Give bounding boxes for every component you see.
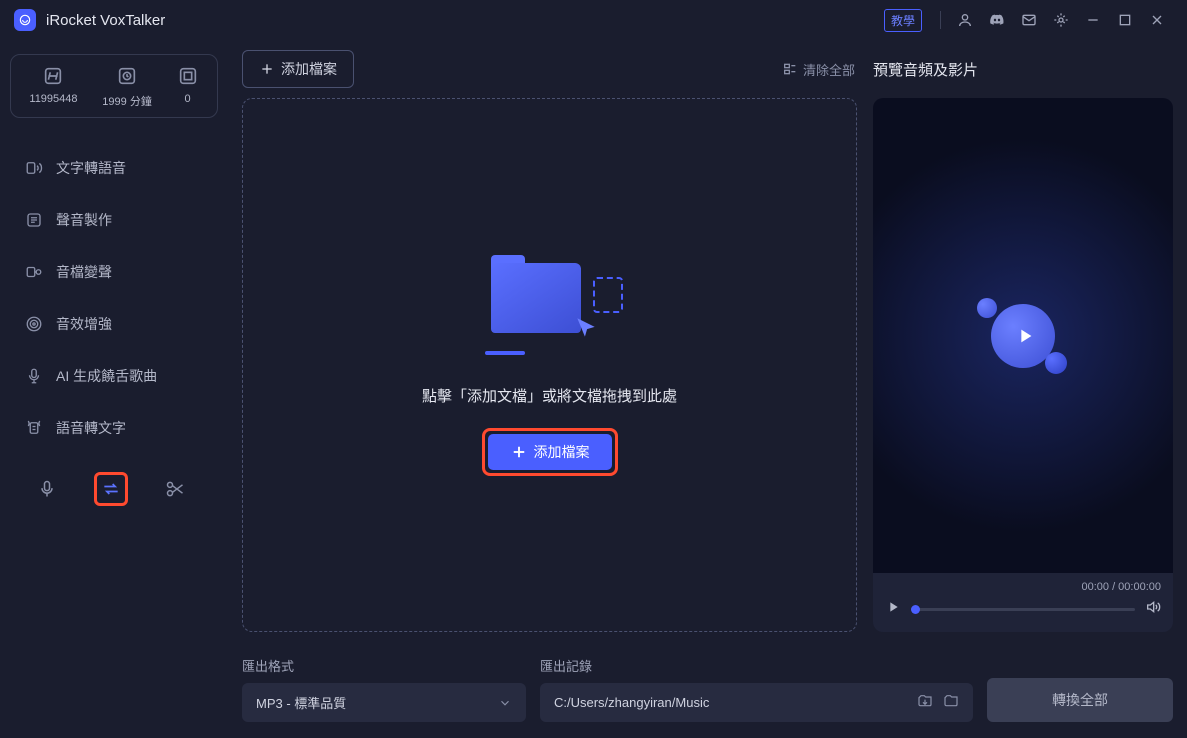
stat-chars: 11995448 bbox=[29, 65, 77, 109]
export-dir-label: 匯出記錄 bbox=[540, 656, 973, 675]
tutorial-button[interactable]: 教學 bbox=[884, 9, 922, 32]
nav-label: AI 生成饒舌歌曲 bbox=[56, 366, 157, 386]
cut-icon[interactable] bbox=[158, 472, 192, 506]
nav-label: 文字轉語音 bbox=[56, 158, 126, 178]
main: 添加檔案 清除全部 預覽音頻及影片 點擊「添加文檔」或將文檔拖拽到此處 bbox=[228, 40, 1187, 738]
app-logo bbox=[14, 9, 36, 31]
export-dir-value: C:/Users/zhangyiran/Music bbox=[554, 695, 709, 710]
stt-icon bbox=[24, 419, 44, 437]
files-icon bbox=[177, 65, 199, 87]
add-file-button-top[interactable]: 添加檔案 bbox=[242, 50, 354, 88]
dropzone[interactable]: 點擊「添加文檔」或將文檔拖拽到此處 添加檔案 bbox=[242, 98, 857, 632]
record-icon[interactable] bbox=[30, 472, 64, 506]
nav-label: 語音轉文字 bbox=[56, 418, 126, 438]
add-file-button-main[interactable]: 添加檔案 bbox=[488, 434, 612, 470]
chevron-down-icon bbox=[498, 696, 512, 710]
stat-minutes: 1999 分鐘 bbox=[102, 65, 152, 109]
enhance-icon bbox=[24, 315, 44, 333]
app-name: iRocket VoxTalker bbox=[46, 12, 165, 29]
sidebar-item-stt[interactable]: 語音轉文字 bbox=[10, 406, 218, 450]
chars-icon bbox=[29, 65, 77, 87]
folder-illustration bbox=[485, 255, 615, 355]
nav-label: 音檔變聲 bbox=[56, 262, 112, 282]
mail-icon[interactable] bbox=[1019, 10, 1039, 30]
settings-icon[interactable] bbox=[1051, 10, 1071, 30]
user-icon[interactable] bbox=[955, 10, 975, 30]
nav-label: 音效增強 bbox=[56, 314, 112, 334]
preview-time: 00:00 / 00:00:00 bbox=[885, 581, 1161, 593]
open-dir-icon[interactable] bbox=[943, 693, 959, 712]
convert-icon[interactable] bbox=[94, 472, 128, 506]
sidebar-item-voice-create[interactable]: 聲音製作 bbox=[10, 198, 218, 242]
close-icon[interactable] bbox=[1147, 10, 1167, 30]
minimize-icon[interactable] bbox=[1083, 10, 1103, 30]
sidebar: 11995448 1999 分鐘 0 文字轉語音 聲音製作 音檔變聲 音效增 bbox=[0, 40, 228, 738]
export-format-dropdown[interactable]: MP3 - 標準品質 bbox=[242, 683, 526, 722]
change-dir-icon[interactable] bbox=[917, 693, 933, 712]
rap-icon bbox=[24, 367, 44, 385]
clear-all-button[interactable]: 清除全部 bbox=[782, 60, 855, 79]
minutes-icon bbox=[102, 65, 152, 87]
play-button[interactable] bbox=[885, 599, 901, 620]
seek-track[interactable] bbox=[911, 608, 1135, 611]
preview-panel: 00:00 / 00:00:00 bbox=[873, 98, 1173, 632]
stat-files: 0 bbox=[177, 65, 199, 109]
preview-video bbox=[873, 98, 1173, 573]
sidebar-item-tts[interactable]: 文字轉語音 bbox=[10, 146, 218, 190]
sidebar-item-voice-change[interactable]: 音檔變聲 bbox=[10, 250, 218, 294]
drop-hint: 點擊「添加文檔」或將文檔拖拽到此處 bbox=[422, 385, 677, 406]
titlebar: iRocket VoxTalker 教學 bbox=[0, 0, 1187, 40]
voice-create-icon bbox=[24, 211, 44, 229]
export-format-label: 匯出格式 bbox=[242, 656, 526, 675]
nav-label: 聲音製作 bbox=[56, 210, 112, 230]
play-orb bbox=[991, 304, 1055, 368]
voice-change-icon bbox=[24, 263, 44, 281]
tts-icon bbox=[24, 159, 44, 177]
stats-panel: 11995448 1999 分鐘 0 bbox=[10, 54, 218, 118]
sidebar-item-enhance[interactable]: 音效增強 bbox=[10, 302, 218, 346]
sidebar-item-rap[interactable]: AI 生成饒舌歌曲 bbox=[10, 354, 218, 398]
discord-icon[interactable] bbox=[987, 10, 1007, 30]
maximize-icon[interactable] bbox=[1115, 10, 1135, 30]
convert-all-button[interactable]: 轉換全部 bbox=[987, 678, 1173, 722]
volume-icon[interactable] bbox=[1145, 599, 1161, 620]
export-dir-box: C:/Users/zhangyiran/Music bbox=[540, 683, 973, 722]
sidebar-bottom-icons bbox=[10, 458, 218, 520]
preview-title: 預覽音頻及影片 bbox=[873, 59, 1173, 80]
